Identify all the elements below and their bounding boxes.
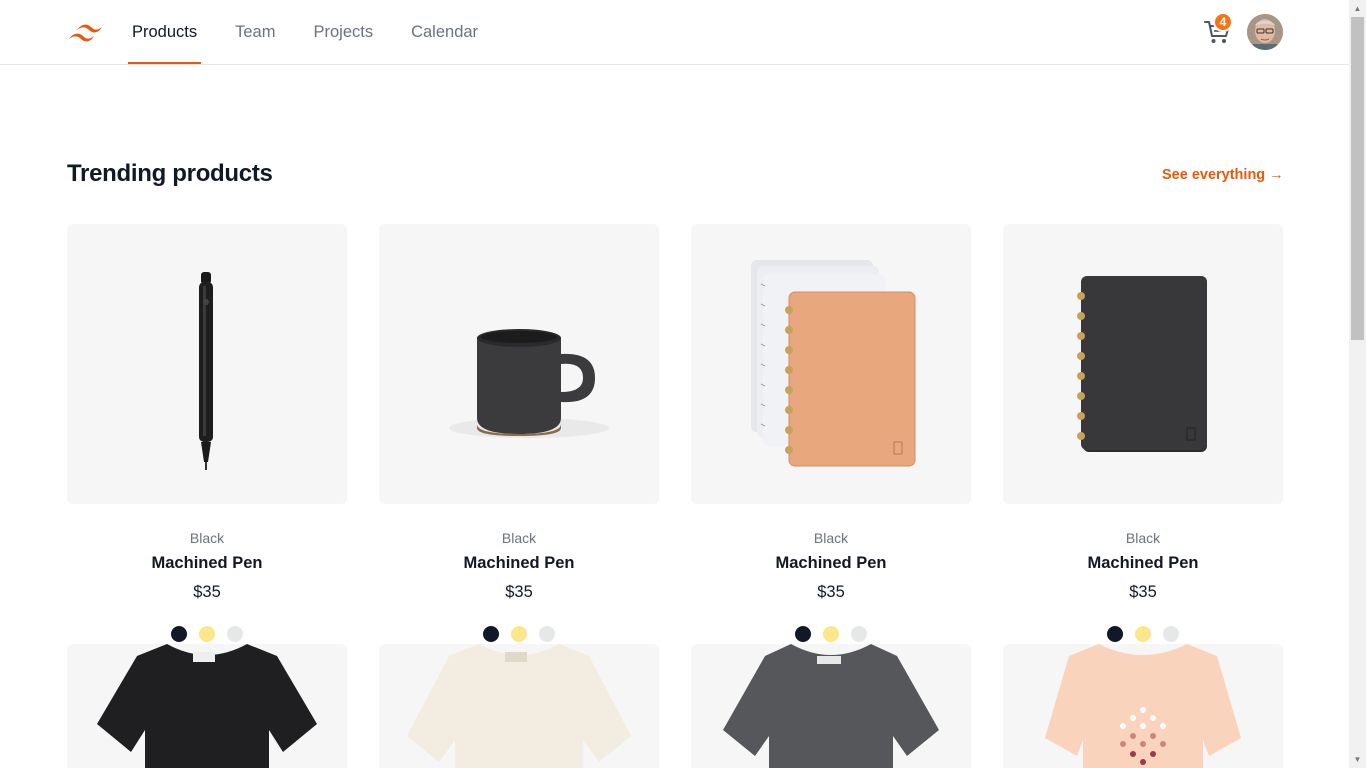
product-image-shirt-charcoal[interactable] — [691, 644, 971, 768]
scroll-up-icon[interactable]: ▲ — [1349, 0, 1366, 17]
product-price: $35 — [193, 583, 221, 601]
scroll-down-icon[interactable]: ▼ — [1349, 751, 1366, 768]
product-image-mug[interactable] — [379, 224, 659, 504]
product-card[interactable]: Black Machined Pen $35 — [691, 224, 971, 642]
product-color: Black — [1125, 530, 1161, 546]
swatch-yellow[interactable] — [199, 626, 215, 642]
product-image-shirt-cream[interactable] — [379, 644, 659, 768]
swatch-black[interactable] — [171, 626, 187, 642]
avatar-image — [1247, 14, 1283, 50]
nav-team[interactable]: Team — [231, 0, 279, 64]
product-image-shirt-peach[interactable] — [1003, 644, 1283, 768]
swatch-yellow[interactable] — [511, 626, 527, 642]
swatch-gray[interactable] — [539, 626, 555, 642]
main-nav: Products Team Projects Calendar — [128, 0, 512, 64]
swatch-gray[interactable] — [1163, 626, 1179, 642]
product-image-shirt-black[interactable] — [67, 644, 347, 768]
color-swatches — [691, 626, 971, 642]
swatch-gray[interactable] — [851, 626, 867, 642]
nav-calendar[interactable]: Calendar — [407, 0, 482, 64]
swatch-black[interactable] — [795, 626, 811, 642]
color-swatches — [67, 626, 347, 642]
swatch-black[interactable] — [1107, 626, 1123, 642]
logo-icon[interactable] — [67, 20, 105, 46]
swatch-yellow[interactable] — [1135, 626, 1151, 642]
cart-count-badge: 4 — [1213, 12, 1233, 32]
nav-products[interactable]: Products — [128, 0, 202, 64]
product-name[interactable]: Machined Pen — [67, 554, 347, 573]
user-avatar[interactable] — [1247, 14, 1283, 50]
color-swatches — [1003, 626, 1283, 642]
product-name[interactable]: Machined Pen — [1003, 554, 1283, 573]
swatch-gray[interactable] — [227, 626, 243, 642]
see-everything-link[interactable]: See everything → — [1162, 167, 1284, 183]
product-color: Black — [501, 530, 537, 546]
color-swatches — [379, 626, 659, 642]
product-name[interactable]: Machined Pen — [379, 554, 659, 573]
scrollbar-thumb[interactable] — [1351, 17, 1364, 340]
product-color: Black — [189, 530, 225, 546]
product-card[interactable]: Black Machined Pen $35 — [379, 224, 659, 642]
product-image-notebook-black[interactable] — [1003, 224, 1283, 504]
product-card[interactable]: Black Machined Pen $35 — [1003, 224, 1283, 642]
swatch-yellow[interactable] — [823, 626, 839, 642]
product-image-pen[interactable] — [67, 224, 347, 504]
product-card[interactable]: Black Machined Pen $35 — [67, 224, 347, 642]
product-price: $35 — [505, 583, 533, 601]
product-price: $35 — [817, 583, 845, 601]
vertical-scrollbar[interactable]: ▲ ▼ — [1349, 0, 1366, 768]
product-image-notebook-tan[interactable] — [691, 224, 971, 504]
nav-projects[interactable]: Projects — [309, 0, 377, 64]
product-price: $35 — [1129, 583, 1157, 601]
swatch-black[interactable] — [483, 626, 499, 642]
section-title: Trending products — [67, 160, 273, 187]
product-color: Black — [813, 530, 849, 546]
app-header: Products Team Projects Calendar 4 — [0, 0, 1349, 65]
product-name[interactable]: Machined Pen — [691, 554, 971, 573]
